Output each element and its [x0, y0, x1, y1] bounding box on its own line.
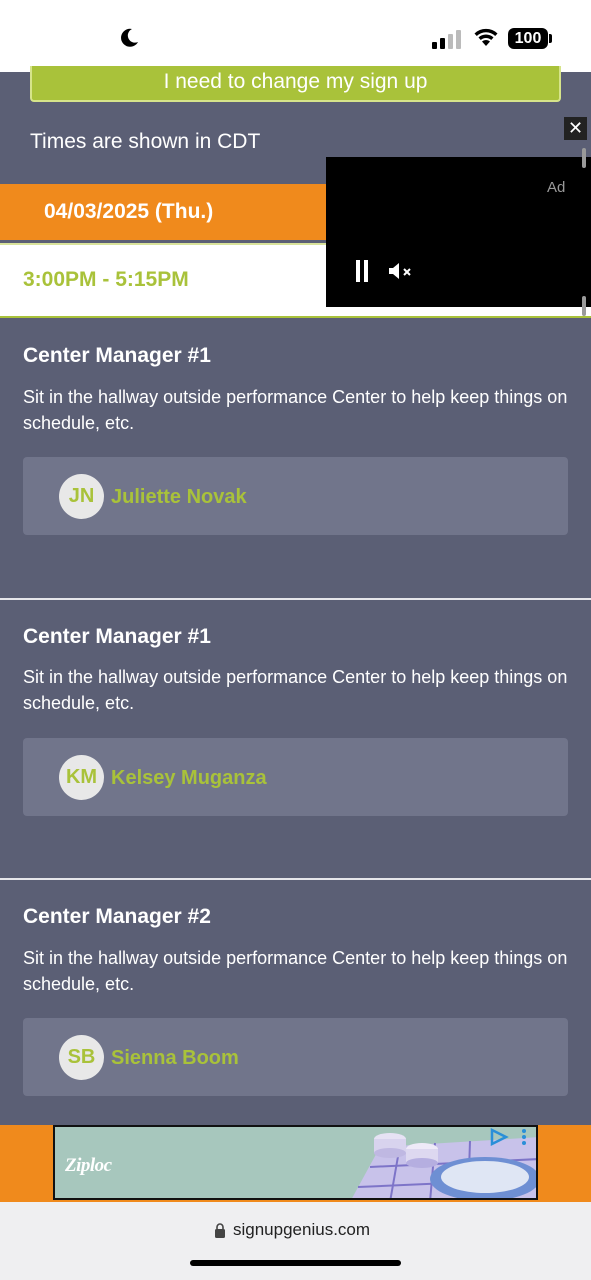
avatar: JN	[59, 474, 104, 519]
moon-icon	[121, 28, 138, 47]
slot-title: Center Manager #1	[23, 344, 211, 367]
participant-name: Kelsey Muganza	[111, 767, 267, 789]
divider	[0, 878, 591, 880]
scrollbar[interactable]	[582, 148, 586, 316]
timezone-note: Times are shown in CDT	[30, 130, 261, 153]
time-range-label: 3:00PM - 5:15PM	[23, 268, 189, 291]
adchoices-icon[interactable]	[489, 1128, 509, 1146]
url-text[interactable]: signupgenius.com	[233, 1220, 370, 1240]
banner-ad[interactable]: Ziploc	[53, 1125, 538, 1200]
slot-description: Sit in the hallway outside performance C…	[23, 667, 568, 713]
close-ad-button[interactable]: ✕	[564, 117, 587, 140]
battery-nub	[549, 34, 552, 43]
change-signup-button[interactable]: I need to change my sign up	[30, 66, 561, 102]
signup-card: KM Kelsey Muganza	[23, 738, 568, 816]
browser-url-bar[interactable]	[0, 1202, 591, 1280]
participant-name: Sienna Boom	[111, 1047, 239, 1069]
pause-icon[interactable]	[355, 260, 369, 282]
mute-icon[interactable]	[388, 261, 414, 281]
slot-title: Center Manager #1	[23, 625, 211, 648]
date-label: 04/03/2025 (Thu.)	[44, 200, 214, 223]
avatar: KM	[59, 755, 104, 800]
ad-label: Ad	[547, 179, 566, 196]
signup-card: JN Juliette Novak	[23, 457, 568, 535]
ziploc-logo: Ziploc	[65, 1155, 112, 1176]
lock-icon	[215, 1223, 225, 1238]
home-indicator[interactable]	[190, 1260, 401, 1266]
status-time: 6:28	[54, 22, 111, 52]
battery-indicator: 100	[508, 28, 548, 49]
wifi-icon	[474, 28, 498, 46]
slot-description: Sit in the hallway outside performance C…	[23, 948, 568, 994]
avatar: SB	[59, 1035, 104, 1080]
kebab-icon[interactable]	[520, 1128, 528, 1146]
signal-icon	[432, 30, 461, 49]
slot-description: Sit in the hallway outside performance C…	[23, 387, 568, 433]
signup-card: SB Sienna Boom	[23, 1018, 568, 1096]
slot-title: Center Manager #2	[23, 905, 211, 928]
divider	[0, 598, 591, 600]
participant-name: Juliette Novak	[111, 486, 247, 508]
